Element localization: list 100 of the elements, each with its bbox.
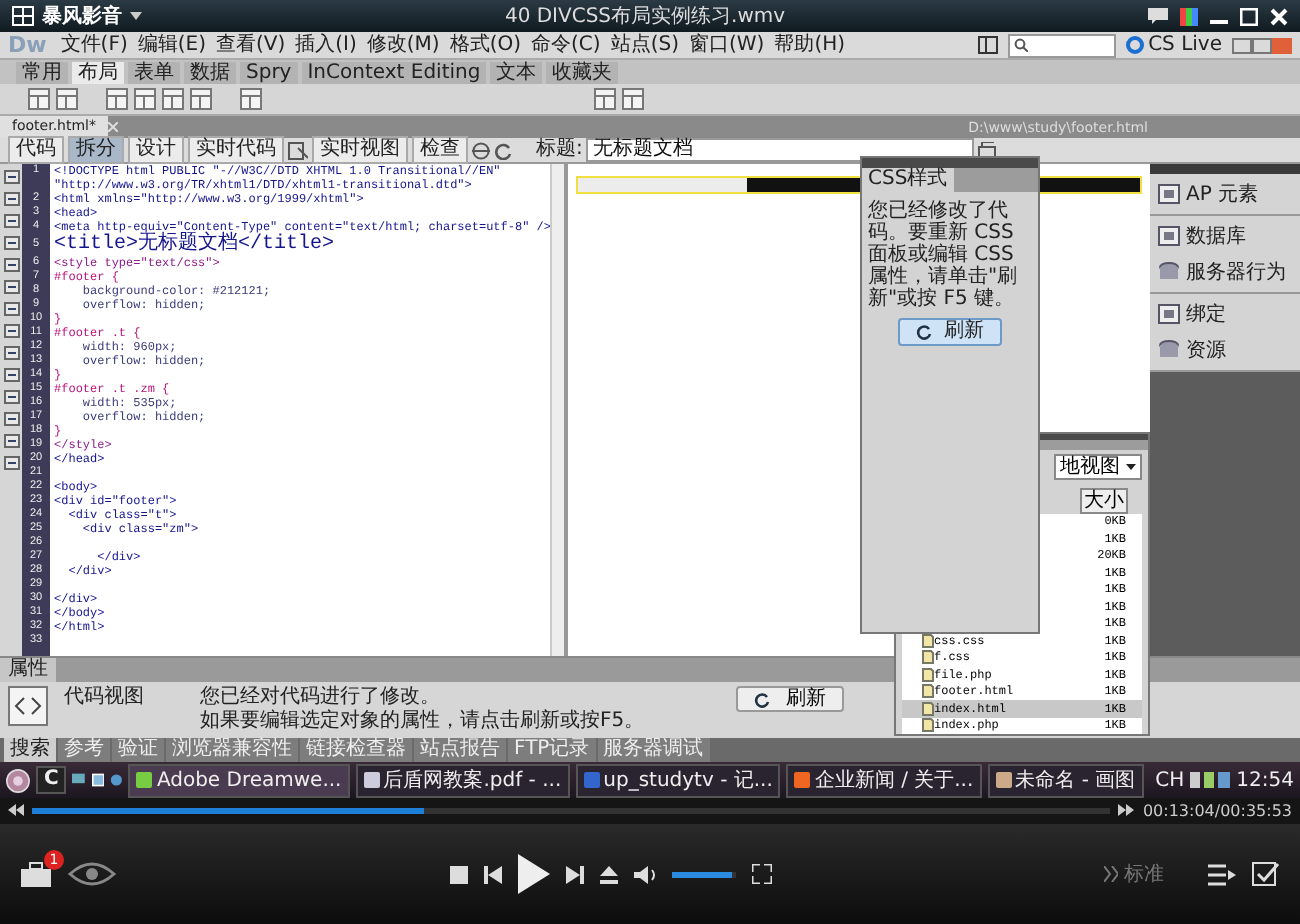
globe-icon[interactable] (110, 772, 123, 788)
code-tool-icon[interactable] (3, 434, 20, 448)
cs-live-label[interactable]: CS Live (1148, 33, 1222, 57)
insert-tab[interactable]: 收藏夹 (546, 62, 619, 84)
layout-block-icon[interactable] (240, 88, 262, 110)
layout-block-icon[interactable] (190, 88, 212, 110)
taskbar-item[interactable]: 企业新闻 / 关于... (786, 763, 982, 797)
fast-forward-icon[interactable] (1118, 804, 1135, 816)
quality-button[interactable]: 标准 (1104, 860, 1164, 888)
view-button[interactable]: 实时代码 (188, 136, 284, 164)
language-indicator[interactable]: CH (1155, 769, 1185, 791)
insert-tab[interactable]: 数据 (184, 62, 236, 84)
taskbar-item[interactable]: 未命名 - 画图 (987, 763, 1144, 797)
refresh-icon[interactable] (494, 141, 512, 159)
maximize-icon[interactable] (1240, 7, 1258, 25)
taskbar-item[interactable]: up_studytv - 记... (575, 763, 781, 797)
code-tool-icon[interactable] (3, 280, 20, 294)
panel-item[interactable]: 绑定 (1158, 300, 1292, 328)
code-tool-icon[interactable] (3, 192, 20, 206)
stop-icon[interactable] (449, 865, 467, 883)
chat-icon[interactable] (1148, 8, 1168, 24)
panel-item[interactable]: 服务器行为 (1158, 258, 1292, 286)
rewind-icon[interactable] (8, 804, 24, 816)
results-tab[interactable]: 站点报告 (414, 738, 506, 762)
panel-item[interactable]: 数据库 (1158, 222, 1292, 250)
results-tab[interactable]: 服务器调试 (597, 738, 710, 762)
next-icon[interactable] (565, 865, 583, 883)
results-tab[interactable]: 验证 (112, 738, 164, 762)
play-icon[interactable] (517, 854, 549, 894)
menu-item[interactable]: 插入(I) (295, 33, 357, 57)
layout-block-icon[interactable] (594, 88, 616, 110)
insert-tab[interactable]: 常用 (16, 62, 68, 84)
refresh-button[interactable]: 刷新 (898, 318, 1002, 346)
desktop-icon[interactable] (72, 772, 86, 788)
color-palette-icon[interactable] (1180, 7, 1198, 25)
window-controls-icon[interactable] (1232, 37, 1292, 53)
menu-item[interactable]: 站点(S) (610, 33, 679, 57)
panel-tab[interactable]: 属性 (0, 658, 56, 682)
results-tab[interactable]: 参考 (58, 738, 110, 762)
title-field[interactable]: 无标题文档 (586, 138, 975, 162)
search-field[interactable] (1008, 33, 1117, 57)
eject-icon[interactable] (599, 865, 617, 883)
checklist-icon[interactable] (1252, 862, 1280, 886)
taskbar-item[interactable]: 后盾网教案.pdf - ... (355, 763, 570, 797)
code-tool-icon[interactable] (3, 170, 20, 184)
layout-icon[interactable] (978, 36, 999, 54)
view-dropdown[interactable]: 地视图 (1054, 453, 1142, 479)
column-header[interactable]: 大小 (1080, 487, 1128, 513)
insert-tab[interactable]: 表单 (128, 62, 180, 84)
code-tool-icon[interactable] (3, 390, 20, 404)
code-tool-icon[interactable] (3, 236, 20, 250)
code-tool-icon[interactable] (3, 302, 20, 316)
view-button[interactable]: 代码 (8, 136, 64, 164)
menu-item[interactable]: 格式(O) (449, 33, 522, 57)
panel-tab[interactable]: CSS样式 (862, 168, 954, 192)
menu-item[interactable]: 编辑(E) (137, 33, 206, 57)
playlist-icon[interactable] (1208, 863, 1236, 885)
progress-track[interactable] (32, 807, 1111, 813)
toolbox-icon[interactable] (20, 861, 52, 887)
code-tool-icon[interactable] (3, 258, 20, 272)
view-button[interactable]: 设计 (128, 136, 184, 164)
code-tool-icon[interactable] (3, 346, 20, 360)
results-tab[interactable]: 浏览器兼容性 (166, 738, 298, 762)
menu-item[interactable]: 窗口(W) (688, 33, 765, 57)
code-tool-icon[interactable] (3, 214, 20, 228)
taskbar-item[interactable]: Adobe Dreamwe... (128, 763, 350, 797)
start-orb-icon[interactable] (6, 765, 30, 795)
fullscreen-icon[interactable] (751, 864, 771, 884)
insert-tab[interactable]: 布局 (72, 62, 124, 84)
insert-tab[interactable]: InContext Editing (301, 62, 487, 84)
menu-item[interactable]: 查看(V) (215, 33, 286, 57)
code-tool-icon[interactable] (3, 324, 20, 338)
results-tab[interactable]: 搜索 (4, 738, 56, 762)
scrollbar[interactable] (550, 164, 564, 656)
menu-item[interactable]: 修改(M) (366, 33, 440, 57)
layout-block-icon[interactable] (56, 88, 78, 110)
speaker-icon[interactable] (633, 865, 655, 883)
menu-item[interactable]: 命令(C) (531, 33, 601, 57)
code-tool-icon[interactable] (3, 456, 20, 470)
globe-icon[interactable] (472, 141, 490, 159)
layout-block-icon[interactable] (134, 88, 156, 110)
code-tool-icon[interactable] (3, 368, 20, 382)
results-tab[interactable]: FTP记录 (508, 738, 596, 762)
window-icon[interactable] (91, 772, 105, 788)
caret-icon[interactable] (130, 12, 142, 20)
tray-icons-drawing[interactable] (1190, 772, 1231, 788)
insert-tab[interactable]: Spry (240, 62, 298, 84)
view-button[interactable]: 拆分 (68, 136, 124, 164)
code-tool-icon[interactable] (3, 412, 20, 426)
eye-icon[interactable] (68, 862, 116, 886)
inspect-icon[interactable] (288, 141, 308, 159)
layout-block-icon[interactable] (106, 88, 128, 110)
panel-item[interactable]: 资源 (1158, 336, 1292, 364)
results-tab[interactable]: 链接检查器 (300, 738, 412, 762)
view-button[interactable]: 检查 (412, 136, 468, 164)
layout-block-icon[interactable] (622, 88, 644, 110)
insert-tab[interactable]: 文本 (490, 62, 543, 84)
menu-item[interactable]: 文件(F) (60, 33, 128, 57)
menu-item[interactable]: 帮助(H) (774, 33, 846, 57)
previous-icon[interactable] (483, 865, 501, 883)
